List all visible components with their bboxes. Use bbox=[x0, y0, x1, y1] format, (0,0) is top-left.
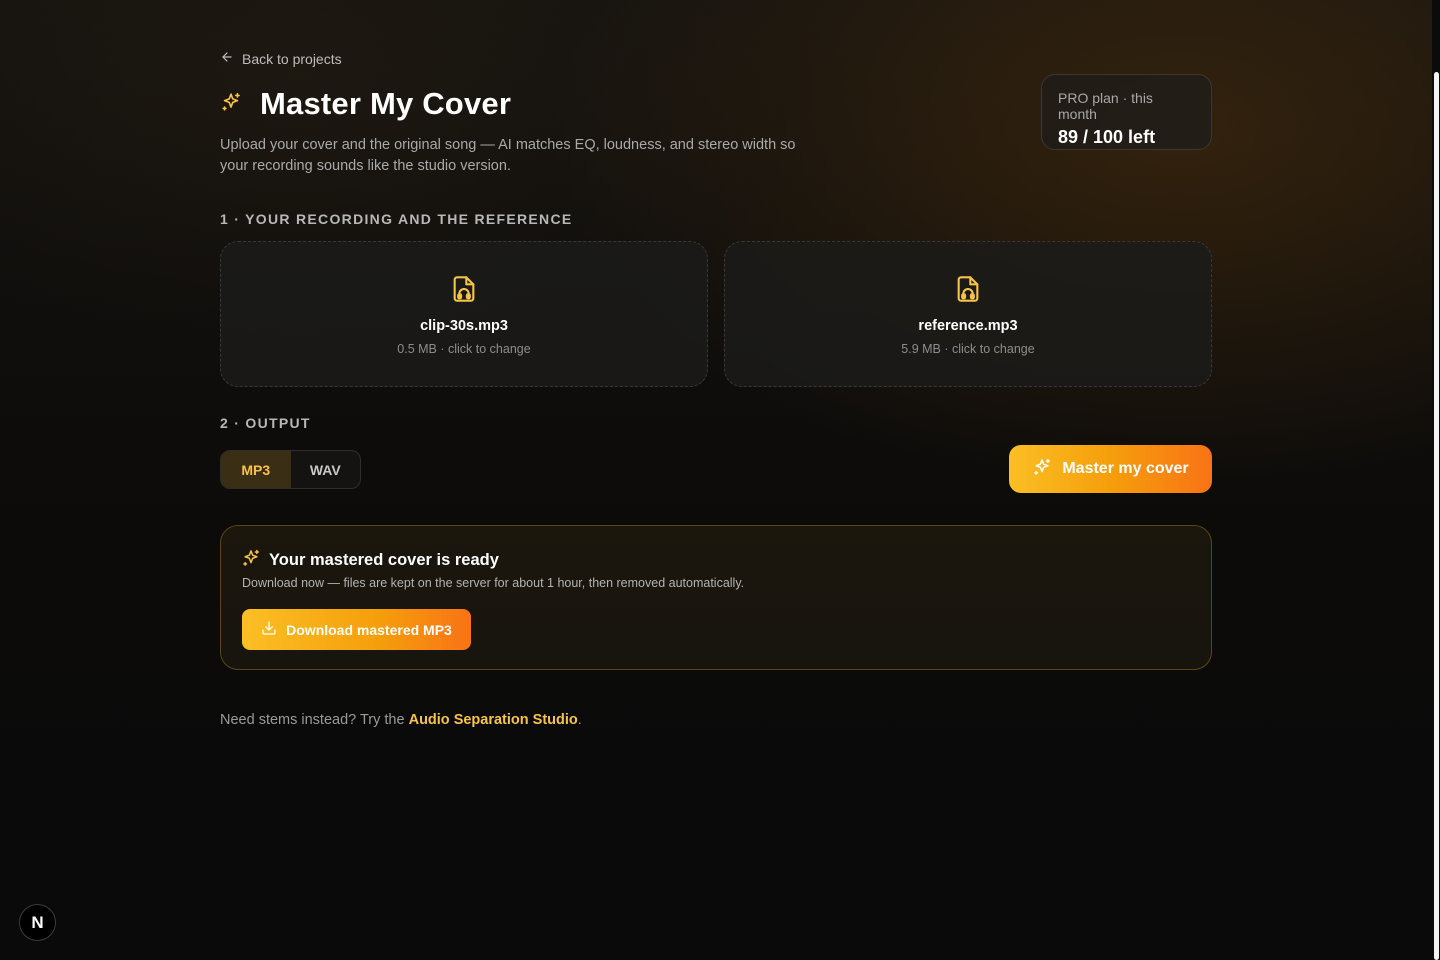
page-subtitle: Upload your cover and the original song … bbox=[220, 137, 796, 174]
sparkles-icon bbox=[241, 548, 261, 573]
scrollbar-thumb[interactable] bbox=[1434, 72, 1439, 960]
download-mastered-button[interactable]: Download mastered MP3 bbox=[242, 609, 471, 650]
section-recording-label: 1 · YOUR RECORDING AND THE REFERENCE bbox=[220, 211, 573, 227]
sparkles-icon bbox=[1032, 457, 1052, 482]
plan-usage-card: PRO plan · this month 89 / 100 left bbox=[1041, 74, 1212, 150]
scrollbar[interactable] bbox=[1432, 0, 1440, 960]
plan-remaining-count: 89 / 100 left bbox=[1058, 127, 1156, 147]
recording-upload-dropzone[interactable]: clip-30s.mp3 0.5 MB · click to change bbox=[220, 241, 708, 387]
back-to-projects-link[interactable]: Back to projects bbox=[220, 50, 342, 67]
file-audio-icon bbox=[450, 275, 478, 308]
back-link-label: Back to projects bbox=[242, 50, 342, 67]
download-button-label: Download mastered MP3 bbox=[286, 621, 452, 638]
title-row: Master My Cover bbox=[220, 86, 511, 122]
section-output-label: 2 · OUTPUT bbox=[220, 415, 311, 431]
master-button-label: Master my cover bbox=[1062, 460, 1189, 477]
result-ready-card: Your mastered cover is ready Download no… bbox=[220, 525, 1212, 670]
sparkles-icon bbox=[220, 91, 242, 118]
footer-note: Need stems instead? Try the Audio Separa… bbox=[220, 712, 582, 728]
format-option-mp3[interactable]: MP3 bbox=[221, 451, 291, 488]
audio-separation-studio-link[interactable]: Audio Separation Studio bbox=[409, 712, 578, 728]
result-title: Your mastered cover is ready bbox=[269, 551, 499, 569]
master-my-cover-button[interactable]: Master my cover bbox=[1009, 445, 1212, 493]
arrow-left-icon bbox=[220, 50, 234, 67]
page-title: Master My Cover bbox=[260, 86, 512, 121]
output-format-toggle: MP3 WAV bbox=[220, 450, 361, 489]
recording-file-name: clip-30s.mp3 bbox=[420, 318, 508, 334]
recording-file-meta: 0.5 MB · click to change bbox=[397, 342, 531, 356]
file-audio-icon bbox=[954, 275, 982, 308]
format-option-wav[interactable]: WAV bbox=[291, 451, 361, 488]
plan-label: PRO plan · this month bbox=[1058, 90, 1153, 122]
reference-file-meta: 5.9 MB · click to change bbox=[901, 342, 1035, 356]
reference-file-name: reference.mp3 bbox=[918, 318, 1018, 334]
footer-prefix: Need stems instead? Try the bbox=[220, 712, 409, 728]
reference-upload-dropzone[interactable]: reference.mp3 5.9 MB · click to change bbox=[724, 241, 1212, 387]
footer-suffix: . bbox=[577, 712, 582, 728]
result-title-row: Your mastered cover is ready bbox=[241, 548, 499, 573]
download-icon bbox=[261, 620, 277, 639]
dev-tools-badge[interactable]: N bbox=[19, 904, 56, 941]
result-description: Download now — files are kept on the ser… bbox=[242, 576, 745, 590]
